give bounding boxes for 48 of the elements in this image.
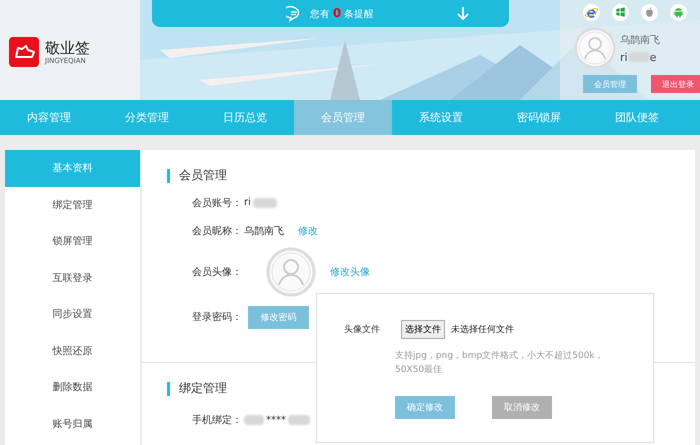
avatar-icon <box>574 27 616 69</box>
cloud-logo-icon <box>9 37 39 67</box>
phone-mask: **** <box>266 414 286 426</box>
change-password-button[interactable]: 修改密码 <box>248 306 309 328</box>
android-icon[interactable] <box>670 4 687 21</box>
avatar-label: 会员头像： <box>192 266 242 279</box>
password-label: 登录密码： <box>192 310 242 324</box>
blurred-text-icon <box>288 415 310 425</box>
file-label: 头像文件 <box>344 324 381 336</box>
reminder-text: 您有 0 条提醒 <box>310 6 374 21</box>
account-start: ri <box>620 50 628 64</box>
phone-label: 手机绑定： <box>192 414 242 427</box>
nav-tab[interactable]: 团队便签 <box>588 100 686 135</box>
nickname-value: 乌鹊南飞 <box>244 224 284 238</box>
file-hint: 支持jpg，png，bmp文件格式，小大不超过500k，50X50最佳 <box>395 350 605 377</box>
nav-tab[interactable]: 日历总览 <box>196 100 294 135</box>
section-title: 绑定管理 <box>179 380 227 397</box>
windows-icon[interactable] <box>612 4 629 21</box>
apple-icon[interactable] <box>641 4 658 21</box>
confirm-button[interactable]: 确定修改 <box>395 396 455 419</box>
member-button[interactable]: 会员管理 <box>583 75 637 93</box>
nav-tab[interactable]: 密码锁屏 <box>490 100 588 135</box>
logout-button[interactable]: 退出登录 <box>651 75 700 93</box>
logo-name: 敬业签 <box>45 38 90 56</box>
no-file-text: 未选择任何文件 <box>451 324 514 336</box>
account-value: ri <box>244 197 251 208</box>
nav-tab[interactable]: 会员管理 <box>294 100 392 135</box>
blurred-text-icon <box>252 198 277 208</box>
reminder-bar[interactable]: 您有 0 条提醒 <box>152 0 508 27</box>
browser-e-icon[interactable] <box>583 4 600 21</box>
user-nickname: 乌鹊南飞 <box>620 34 660 46</box>
edit-link[interactable]: 修改 <box>298 224 318 238</box>
nickname-label: 会员昵称： <box>192 225 242 238</box>
avatar-icon <box>266 247 316 297</box>
chat-bubble-icon <box>286 6 302 22</box>
down-arrow-icon[interactable] <box>456 6 468 21</box>
account-end: e <box>650 50 656 64</box>
sidebar-item[interactable]: 基本资料 <box>5 150 140 186</box>
cancel-button[interactable]: 取消修改 <box>492 396 552 419</box>
nav-tab[interactable]: 系统设置 <box>392 100 490 135</box>
account-label: 会员账号： <box>192 196 242 210</box>
choose-file-button[interactable]: 选择文件 <box>401 320 445 339</box>
section-title: 会员管理 <box>179 167 227 184</box>
blurred-text-icon <box>628 52 650 62</box>
nav-tab[interactable]: 分类管理 <box>98 100 196 135</box>
nav-tab[interactable]: 内容管理 <box>0 100 98 135</box>
change-avatar-link[interactable]: 修改头像 <box>330 265 370 279</box>
blurred-text-icon <box>244 415 264 425</box>
